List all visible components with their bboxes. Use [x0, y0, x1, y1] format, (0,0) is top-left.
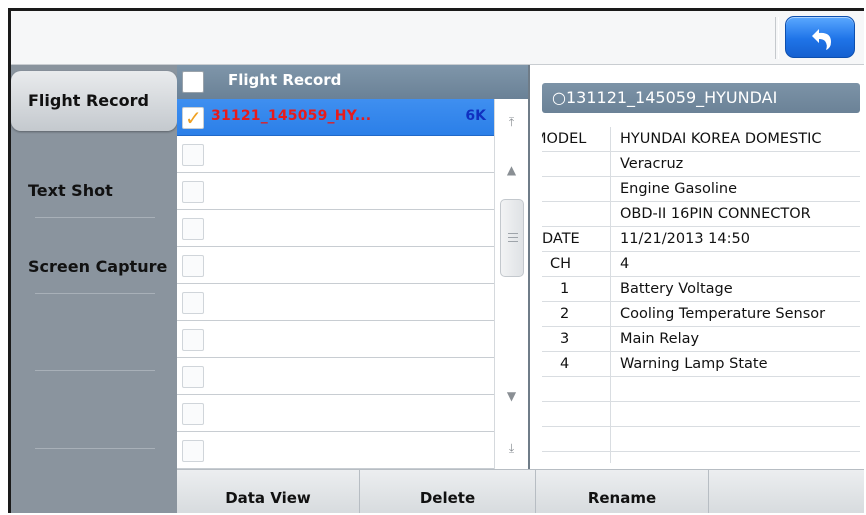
info-label: MODEL [542, 131, 587, 147]
sidebar: Flight Record Text Shot Screen Capture [11, 65, 177, 513]
list-item[interactable] [177, 321, 494, 358]
info-label: CH [550, 256, 572, 272]
record-title-text: 131121_145059_HYUNDAI [565, 88, 778, 107]
list-item[interactable] [177, 247, 494, 284]
sidebar-divider [35, 370, 155, 371]
sidebar-divider [35, 217, 155, 218]
file-list-panel: Flight Record ✓ 31121_145059_HY... 6K ⤒ … [177, 65, 528, 469]
back-arrow-icon [812, 29, 831, 50]
scroll-down-icon[interactable]: ▼ [495, 381, 528, 411]
sidebar-divider [35, 448, 155, 449]
grip-line [508, 233, 518, 234]
file-name: 31121_145059_HY... [211, 108, 372, 124]
row-checkbox[interactable] [182, 218, 204, 240]
record-dot-icon: ○ [552, 88, 566, 107]
row-checkbox[interactable] [182, 366, 204, 388]
list-item[interactable] [177, 210, 494, 247]
list-header-title: Flight Record [228, 71, 342, 89]
info-label: 2 [560, 306, 570, 322]
info-row: 3 Main Relay [542, 327, 860, 352]
record-info-table: MODEL HYUNDAI KOREA DOMESTIC Veracruz Eng… [542, 127, 860, 463]
info-row: Veracruz [542, 152, 860, 177]
rename-button[interactable]: Rename [536, 470, 709, 513]
grip-line [508, 241, 518, 242]
info-value: Warning Lamp State [620, 356, 768, 372]
record-detail-panel: ○131121_145059_HYUNDAI MODEL HYUNDAI KORE… [528, 65, 864, 469]
file-list: ✓ 31121_145059_HY... 6K [177, 99, 494, 469]
list-item[interactable] [177, 432, 494, 469]
data-view-button[interactable]: Data View [177, 470, 360, 513]
sidebar-divider [35, 293, 155, 294]
list-item[interactable] [177, 284, 494, 321]
list-header: Flight Record [177, 65, 528, 99]
info-row-empty [542, 427, 860, 452]
info-value: Cooling Temperature Sensor [620, 306, 826, 322]
row-checkbox[interactable] [182, 403, 204, 425]
info-row-empty [542, 402, 860, 427]
info-row: 1 Battery Voltage [542, 277, 860, 302]
info-row: MODEL HYUNDAI KOREA DOMESTIC [542, 127, 860, 152]
info-value: Veracruz [620, 156, 684, 172]
list-item[interactable] [177, 395, 494, 432]
info-row: Engine Gasoline [542, 177, 860, 202]
tab-text-shot[interactable]: Text Shot [11, 161, 177, 221]
back-button[interactable] [785, 16, 855, 58]
info-row-empty [542, 377, 860, 402]
row-checkbox[interactable] [182, 144, 204, 166]
scroll-bottom-icon[interactable]: ⤓ [495, 433, 528, 463]
info-value: OBD-II 16PIN CONNECTOR [620, 206, 811, 222]
info-value: Battery Voltage [620, 281, 733, 297]
scroll-thumb[interactable] [500, 199, 524, 277]
tab-label: Flight Record [28, 91, 149, 110]
info-row: OBD-II 16PIN CONNECTOR [542, 202, 860, 227]
list-item[interactable] [177, 173, 494, 210]
info-row: 4 Warning Lamp State [542, 352, 860, 377]
info-value: 4 [620, 256, 630, 272]
info-label: 4 [560, 356, 570, 372]
tab-label: Screen Capture [28, 257, 168, 276]
row-checkbox[interactable] [182, 292, 204, 314]
tab-screen-capture[interactable]: Screen Capture [11, 237, 177, 297]
info-label: DATE [542, 231, 580, 247]
checkmark-icon: ✓ [185, 106, 202, 130]
list-scrollbar[interactable]: ⤒ ▲ ▼ ⤓ [494, 99, 528, 469]
list-item[interactable] [177, 136, 494, 173]
list-item[interactable] [177, 358, 494, 395]
delete-button[interactable]: Delete [360, 470, 536, 513]
scroll-top-icon[interactable]: ⤒ [495, 107, 528, 137]
info-value: Engine Gasoline [620, 181, 738, 197]
list-item[interactable]: ✓ 31121_145059_HY... 6K [177, 99, 494, 136]
info-row: DATE 11/21/2013 14:50 [542, 227, 860, 252]
row-checkbox[interactable] [182, 440, 204, 462]
scroll-up-icon[interactable]: ▲ [495, 155, 528, 185]
info-row: CH 4 [542, 252, 860, 277]
row-checkbox[interactable] [182, 329, 204, 351]
info-value: 11/21/2013 14:50 [620, 231, 750, 247]
select-all-checkbox[interactable] [182, 71, 204, 93]
grip-line [508, 237, 518, 238]
info-value: Main Relay [620, 331, 700, 347]
header-divider [775, 17, 779, 59]
row-checkbox[interactable]: ✓ [182, 106, 204, 130]
tab-label: Text Shot [28, 181, 113, 200]
file-size: 6K [465, 108, 486, 124]
info-label: 1 [560, 281, 570, 297]
bottom-toolbar: Data View Delete Rename [177, 469, 864, 513]
record-title: ○131121_145059_HYUNDAI [542, 83, 860, 113]
info-value: HYUNDAI KOREA DOMESTIC [620, 131, 822, 147]
app-window: Flight Record Text Shot Screen Capture F… [8, 8, 864, 513]
info-row: 2 Cooling Temperature Sensor [542, 302, 860, 327]
row-checkbox[interactable] [182, 255, 204, 277]
row-checkbox[interactable] [182, 181, 204, 203]
info-label: 3 [560, 331, 570, 347]
top-bar [11, 11, 864, 65]
tab-flight-record[interactable]: Flight Record [11, 71, 177, 131]
empty-toolbar-slot [709, 470, 864, 513]
